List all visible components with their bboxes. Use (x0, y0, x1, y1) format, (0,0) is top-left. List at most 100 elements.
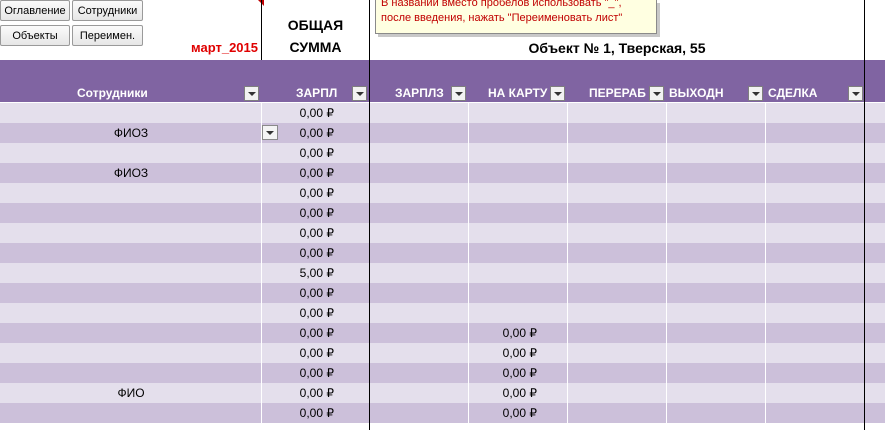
employee-name-cell[interactable] (0, 303, 262, 323)
employee-name-cell[interactable]: ФИОЗ (0, 163, 262, 183)
total-title-line2: СУММА (289, 39, 342, 55)
grid-line (567, 102, 568, 430)
grid-line (261, 102, 262, 430)
total-cell[interactable]: 0,00 ₽ (262, 223, 334, 243)
employee-name-cell[interactable] (0, 263, 262, 283)
column-header-salary-z: ЗАРПЛЗ (370, 60, 468, 102)
table-row[interactable]: 0,00 ₽ (0, 183, 885, 203)
filter-dropdown-icon[interactable] (352, 86, 367, 101)
card-cell[interactable] (469, 103, 537, 123)
column-header-deal-label: СДЕЛКА (768, 86, 818, 100)
total-cell[interactable]: 0,00 ₽ (262, 243, 334, 263)
employee-name-cell[interactable] (0, 363, 262, 383)
card-cell[interactable]: 0,00 ₽ (469, 363, 537, 383)
total-cell[interactable]: 0,00 ₽ (262, 303, 334, 323)
card-cell[interactable]: 0,00 ₽ (469, 383, 537, 403)
filter-dropdown-icon[interactable] (550, 86, 565, 101)
grid-line (666, 102, 667, 430)
object-title: Объект № 1, Тверская, 55 (528, 40, 706, 56)
total-title: ОБЩАЯ СУММА (262, 14, 369, 58)
employee-name-cell[interactable] (0, 283, 262, 303)
comment-line1: В названии вместо пробелов использовать … (381, 0, 622, 9)
table-row[interactable]: 5,00 ₽ (0, 263, 885, 283)
column-header-deal: СДЕЛКА (766, 60, 864, 102)
total-cell[interactable]: 0,00 ₽ (262, 203, 334, 223)
table-row[interactable]: 0,00 ₽ 0,00 ₽ (0, 363, 885, 383)
total-cell[interactable]: 0,00 ₽ (262, 363, 334, 383)
employee-name-cell[interactable] (0, 143, 262, 163)
filter-dropdown-icon[interactable] (244, 86, 259, 101)
border-line (864, 0, 865, 430)
period-label: март_2015 (191, 40, 258, 55)
table-row[interactable]: ФИО 0,00 ₽0,00 ₽ (0, 383, 885, 403)
employee-name-cell[interactable] (0, 323, 262, 343)
table-row[interactable]: 0,00 ₽ 0,00 ₽ (0, 323, 885, 343)
total-cell[interactable]: 0,00 ₽ (262, 343, 334, 363)
card-cell[interactable] (469, 283, 537, 303)
card-cell[interactable] (469, 223, 537, 243)
table-row[interactable]: 0,00 ₽ (0, 203, 885, 223)
border-line (369, 0, 370, 430)
employees-button[interactable]: Сотрудники (72, 0, 143, 21)
card-cell[interactable] (469, 163, 537, 183)
card-cell[interactable]: 0,00 ₽ (469, 403, 537, 423)
employee-name-cell[interactable] (0, 203, 262, 223)
column-header-employees-label: Сотрудники (77, 86, 148, 100)
column-header-salary: ЗАРПЛ (262, 60, 369, 102)
table-row[interactable]: 0,00 ₽ (0, 303, 885, 323)
employee-name-cell[interactable]: ФИО (0, 383, 262, 403)
total-cell[interactable]: 0,00 ₽ (262, 143, 334, 163)
card-cell[interactable]: 0,00 ₽ (469, 343, 537, 363)
total-cell[interactable]: 0,00 ₽ (262, 403, 334, 423)
card-cell[interactable] (469, 183, 537, 203)
table-row[interactable]: 0,00 ₽ (0, 143, 885, 163)
filter-dropdown-icon[interactable] (649, 86, 664, 101)
total-cell[interactable]: 5,00 ₽ (262, 263, 334, 283)
total-cell[interactable]: 0,00 ₽ (262, 283, 334, 303)
total-cell[interactable]: 0,00 ₽ (262, 103, 334, 123)
table-row[interactable]: 0,00 ₽ 0,00 ₽ (0, 403, 885, 423)
card-cell[interactable] (469, 263, 537, 283)
employee-name-cell[interactable]: ФИОЗ (0, 123, 262, 143)
total-cell[interactable]: 0,00 ₽ (262, 323, 334, 343)
column-header-days-off: ВЫХОДН (667, 60, 765, 102)
employee-name-cell[interactable] (0, 223, 262, 243)
column-header-days-off-label: ВЫХОДН (669, 86, 724, 100)
filter-dropdown-icon[interactable] (748, 86, 763, 101)
table-row[interactable]: 0,00 ₽ (0, 283, 885, 303)
table-row[interactable]: 0,00 ₽ (0, 223, 885, 243)
employee-name-cell[interactable] (0, 243, 262, 263)
table-row[interactable]: ФИОЗ 0,00 ₽ (0, 123, 885, 143)
total-cell[interactable]: 0,00 ₽ (262, 183, 334, 203)
card-cell[interactable] (469, 123, 537, 143)
rename-button[interactable]: Переимен. (72, 25, 143, 46)
employee-name-cell[interactable] (0, 403, 262, 423)
column-header-salary-z-label: ЗАРПЛЗ (395, 86, 444, 100)
grid-line (468, 102, 469, 430)
employee-name-cell[interactable] (0, 103, 262, 123)
comment-note: В названии вместо пробелов использовать … (375, 0, 657, 34)
toc-button[interactable]: Оглавление (0, 0, 70, 21)
cell-dropdown-icon[interactable] (262, 125, 278, 140)
table-row[interactable]: 0,00 ₽ (0, 103, 885, 123)
filter-dropdown-icon[interactable] (848, 86, 863, 101)
card-cell[interactable] (469, 243, 537, 263)
card-cell[interactable] (469, 303, 537, 323)
employee-name-cell[interactable] (0, 183, 262, 203)
card-cell[interactable]: 0,00 ₽ (469, 323, 537, 343)
card-cell[interactable] (469, 203, 537, 223)
grid-line (765, 102, 766, 430)
employee-name-cell[interactable] (0, 343, 262, 363)
comment-line2: после введения, нажать "Переименовать ли… (381, 12, 623, 24)
total-cell[interactable]: 0,00 ₽ (262, 163, 334, 183)
table-row[interactable]: 0,00 ₽ 0,00 ₽ (0, 343, 885, 363)
column-header-employees: Сотрудники (0, 60, 262, 102)
objects-button[interactable]: Объекты (0, 25, 70, 46)
filter-dropdown-icon[interactable] (451, 86, 466, 101)
table-row[interactable]: 0,00 ₽ (0, 243, 885, 263)
column-header-salary-label: ЗАРПЛ (296, 86, 338, 100)
column-header-card-label: НА КАРТУ (488, 86, 548, 100)
table-row[interactable]: ФИОЗ 0,00 ₽ (0, 163, 885, 183)
card-cell[interactable] (469, 143, 537, 163)
total-cell[interactable]: 0,00 ₽ (262, 383, 334, 403)
